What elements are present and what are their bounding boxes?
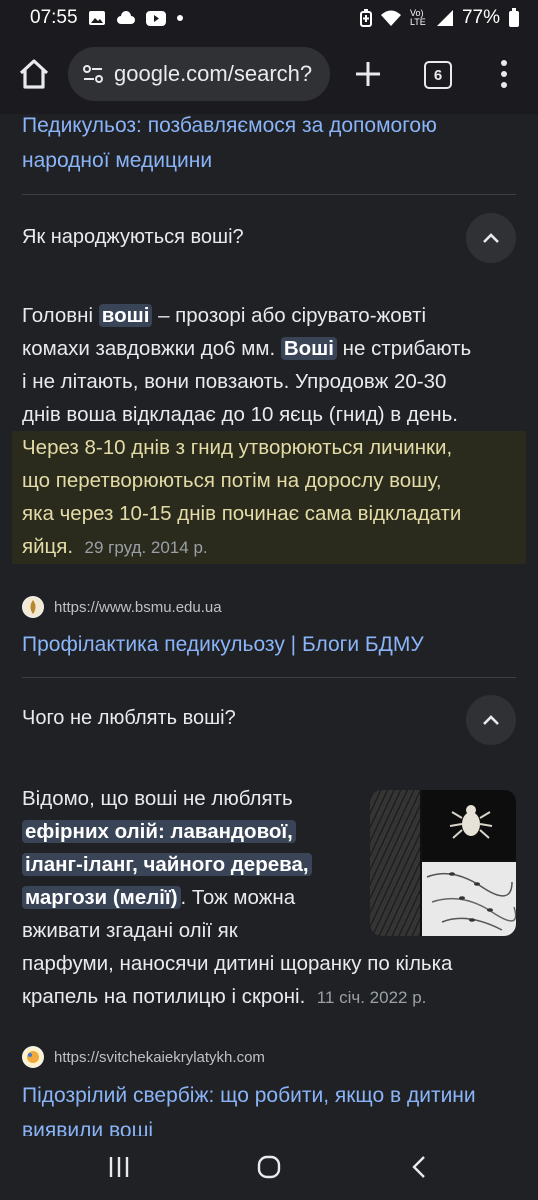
source-url[interactable]: https://www.bsmu.edu.ua (54, 599, 222, 616)
chevron-up-icon (483, 233, 499, 243)
image-icon (88, 11, 105, 25)
snippet-date: 29 груд. 2014 р. (84, 538, 208, 557)
status-bar: 07:55 Vo) LTE 77% (0, 0, 538, 36)
text: . Тож можна (180, 886, 296, 909)
highlight-term: маргози (мелії) (22, 886, 181, 909)
home-circle-icon[interactable] (256, 1154, 282, 1180)
source-row-2[interactable]: https://svitchekaiekrylatykh.com (22, 1046, 265, 1068)
back-icon[interactable] (406, 1154, 432, 1180)
text: крапель на потилицю і скроні. (22, 985, 306, 1008)
status-time: 07:55 (30, 7, 78, 28)
source-url[interactable]: https://svitchekaiekrylatykh.com (54, 1049, 265, 1066)
wifi-icon (380, 10, 401, 26)
result-link-2-line2[interactable]: виявили воші (22, 1113, 476, 1136)
prev-result-link[interactable]: Педикульоз: позбавляємося за допомогою н… (22, 114, 437, 178)
text: яйця. (22, 535, 74, 558)
new-tab-icon[interactable] (350, 56, 386, 92)
faq-answer-2-top: Відомо, що воші не люблять ефірних олій:… (22, 782, 362, 947)
faq-question-2[interactable]: Чого не люблять воші? (22, 707, 236, 730)
signal-icon (436, 10, 453, 26)
result-link-2-line1[interactable]: Підозрілий свербіж: що робити, якщо в ди… (22, 1078, 476, 1113)
text: Через 8-10 днів з гнид утворюються личин… (22, 436, 453, 459)
highlight-term: Воші (280, 337, 337, 360)
highlight-term: іланг-іланг, чайного дерева, (22, 853, 312, 876)
site-settings-icon[interactable] (82, 63, 104, 85)
site-favicon-icon (22, 1046, 44, 1068)
system-nav-bar (0, 1136, 538, 1200)
text: парфуми, наносячи дитині щоранку по кіль… (22, 952, 453, 975)
battery-saver-icon (359, 9, 372, 27)
chevron-up-icon (483, 715, 499, 725)
more-menu-icon[interactable] (494, 58, 514, 90)
text: днів воша відкладає до 10 яєць (гнид) в … (22, 403, 458, 426)
divider (22, 677, 516, 678)
search-results: Педикульоз: позбавляємося за допомогою н… (0, 114, 538, 1136)
snippet-date: 11 січ. 2022 р. (316, 988, 427, 1007)
collapse-button-2[interactable] (466, 695, 516, 745)
highlight-term: ефірних олій: лавандової, (22, 820, 296, 843)
text: комахи завдовжки до6 мм. (22, 337, 281, 360)
prev-result-line2[interactable]: народної медицини (22, 143, 437, 178)
tab-switcher-button[interactable]: 6 (424, 61, 452, 89)
featured-snippet-highlight: Через 8-10 днів з гнид утворюються личин… (12, 431, 526, 564)
faq-question-1[interactable]: Як народжуються воші? (22, 226, 244, 249)
text: – прозорі або сірувато-жовті (152, 304, 427, 327)
text: не стрибають (336, 337, 472, 360)
result-link-1[interactable]: Профілактика педикульозу | Блоги БДМУ (22, 627, 424, 662)
cloud-icon (116, 11, 135, 24)
text: і не літають, вони повзають. Упродовж 20… (22, 370, 447, 393)
divider (22, 194, 516, 195)
address-url[interactable]: google.com/search? (114, 61, 312, 87)
youtube-icon (145, 10, 166, 26)
nits-icon (426, 872, 516, 931)
volte-icon: Vo) LTE (409, 8, 426, 27)
address-bar[interactable]: google.com/search? (68, 47, 330, 101)
text: Головні (22, 304, 99, 327)
highlight-term: воші (98, 304, 153, 327)
faq-answer-1: Головні воші – прозорі або сірувато-жовт… (12, 299, 526, 564)
home-icon[interactable] (14, 54, 54, 94)
text: вживати згадані олії як (22, 919, 238, 942)
bsmu-favicon-icon (22, 596, 44, 618)
louse-icon (449, 805, 493, 839)
collapse-button-1[interactable] (466, 213, 516, 263)
recent-apps-icon[interactable] (106, 1154, 132, 1180)
browser-toolbar: google.com/search? 6 (0, 36, 538, 114)
prev-result-line1[interactable]: Педикульоз: позбавляємося за допомогою (22, 114, 437, 143)
text: Відомо, що воші не люблять (22, 787, 293, 810)
source-row-1[interactable]: https://www.bsmu.edu.ua (22, 596, 222, 618)
lice-thumbnail-image[interactable] (370, 790, 516, 936)
dot-icon (176, 15, 183, 21)
text: що перетворюються потім на дорослу вошу, (22, 469, 442, 492)
battery-icon (509, 8, 519, 27)
tab-count: 6 (433, 66, 443, 84)
text: яка через 10-15 днів починає сама відкла… (22, 502, 462, 525)
faq-answer-2-bottom: парфуми, наносячи дитині щоранку по кіль… (22, 947, 516, 1014)
battery-percent: 77% (461, 7, 500, 28)
result-link-2[interactable]: Підозрілий свербіж: що робити, якщо в ди… (22, 1078, 476, 1136)
